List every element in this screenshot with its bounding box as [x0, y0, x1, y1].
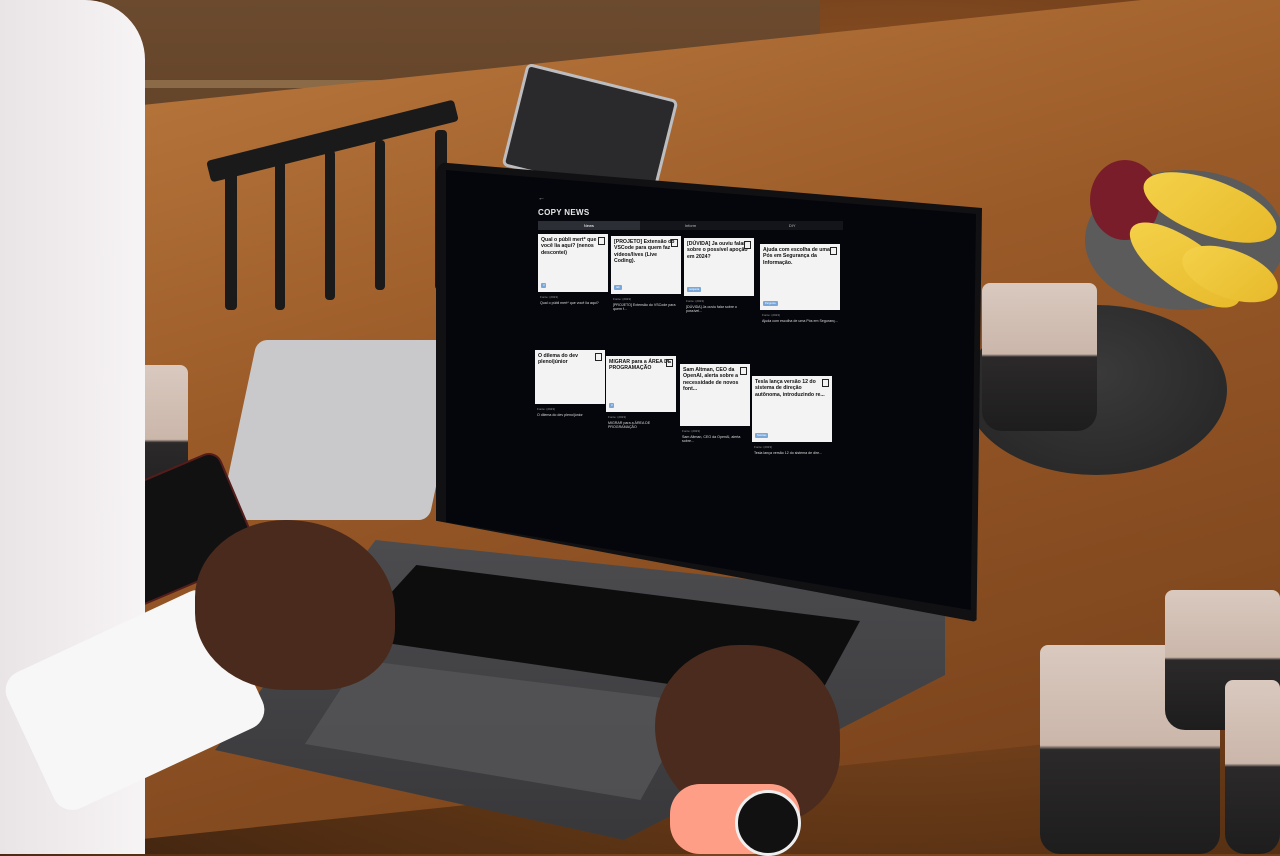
card-headline: [DÚVIDA] Ja ouviu falar sobre o possível… [687, 241, 748, 260]
copy-icon[interactable] [595, 353, 602, 361]
smartwatch-icon [735, 790, 801, 856]
copy-icon[interactable] [822, 379, 829, 387]
copy-icon[interactable] [671, 239, 678, 247]
card-headline: [PROJETO] Extensão do VSCode para quem f… [614, 239, 675, 265]
back-arrow-icon[interactable]: ← [538, 195, 848, 202]
category-badge: tf [609, 403, 615, 408]
category-badge: Notícias [755, 433, 769, 438]
news-card[interactable]: Qual o públi mert* que você lia aqui? (n… [538, 234, 608, 307]
card-snippet: MIGRAR para a ÁREA DE PROGRAMAÇÃO [608, 421, 651, 430]
card-meta: Fonte: (2023) [686, 299, 705, 303]
category-badge: Pergunta [763, 301, 778, 306]
card-meta: Fonte: (2023) [754, 445, 773, 449]
copy-icon[interactable] [830, 247, 837, 255]
card-snippet: Sam Altman, CEO da OpenAI, alerta sobre.… [682, 435, 741, 444]
card-meta: Fonte: (2023) [762, 313, 781, 317]
card-headline: O dilema do dev pleno/júnior [538, 353, 579, 366]
card-headline: Qual o públi mert* que você lia aqui? (n… [541, 237, 597, 256]
news-card[interactable]: Ajuda com escolha de uma Pós em Seguranç… [760, 244, 840, 325]
card-meta: Fonte: (2023) [682, 429, 701, 433]
card-snippet: Qual o públi mert* que você lia aqui? [540, 301, 599, 305]
card-snippet: Tesla lança versão 12 do sistema de dire… [754, 451, 823, 455]
tab-bar: News Inform DIY [538, 221, 843, 230]
category-badge: tf [541, 283, 547, 288]
news-card[interactable]: [PROJETO] Extensão do VSCode para quem f… [611, 236, 681, 314]
category-badge: tab [614, 285, 622, 290]
news-card[interactable]: [DÚVIDA] Ja ouviu falar sobre o possível… [684, 238, 754, 316]
news-card[interactable]: Sam Altman, CEO da OpenAI, alerta sobre … [680, 364, 750, 446]
card-snippet: [DÚVIDA] Ja ouviu falar sobre o possível… [686, 305, 737, 314]
card-meta: Fonte: (2023) [608, 415, 627, 419]
copy-icon[interactable] [598, 237, 605, 245]
category-badge: pergunta [687, 287, 702, 292]
second-laptop [218, 340, 468, 520]
card-meta: Fonte: (2023) [537, 407, 556, 411]
news-card[interactable]: Tesla lança versão 12 do sistema de dire… [752, 376, 832, 457]
tab-inform[interactable]: Inform [640, 221, 742, 230]
ceramic-cup [1225, 680, 1280, 854]
copy-icon[interactable] [666, 359, 673, 367]
card-headline: Tesla lança versão 12 do sistema de dire… [755, 379, 825, 398]
copy-icon[interactable] [740, 367, 747, 375]
card-headline: Ajuda com escolha de uma Pós em Seguranç… [763, 247, 830, 266]
copy-news-app: ← COPY NEWS News Inform DIY Qual o públi… [535, 195, 848, 455]
card-snippet: Ajuda com escolha de uma Pós em Seguranç… [762, 319, 838, 323]
card-headline: Sam Altman, CEO da OpenAI, alerta sobre … [683, 367, 739, 393]
black-chair [205, 60, 465, 310]
card-snippet: O dilema do dev pleno/júnior [537, 413, 583, 417]
news-card[interactable]: MIGRAR para a ÁREA DE PROGRAMAÇÃO tf Fon… [606, 356, 676, 432]
card-headline: MIGRAR para a ÁREA DE PROGRAMAÇÃO [609, 359, 672, 372]
card-meta: Fonte: (2023) [540, 295, 559, 299]
page-title: COPY NEWS [538, 208, 590, 217]
ceramic-cup [982, 283, 1097, 431]
card-meta: Fonte: (2023) [613, 297, 632, 301]
card-snippet: [PROJETO] Extensão do VSCode para quem f… [613, 303, 676, 312]
news-card[interactable]: O dilema do dev pleno/júnior Fonte: (202… [535, 350, 605, 419]
copy-icon[interactable] [744, 241, 751, 249]
tab-news[interactable]: News [538, 221, 640, 230]
tab-diy[interactable]: DIY [741, 221, 843, 230]
